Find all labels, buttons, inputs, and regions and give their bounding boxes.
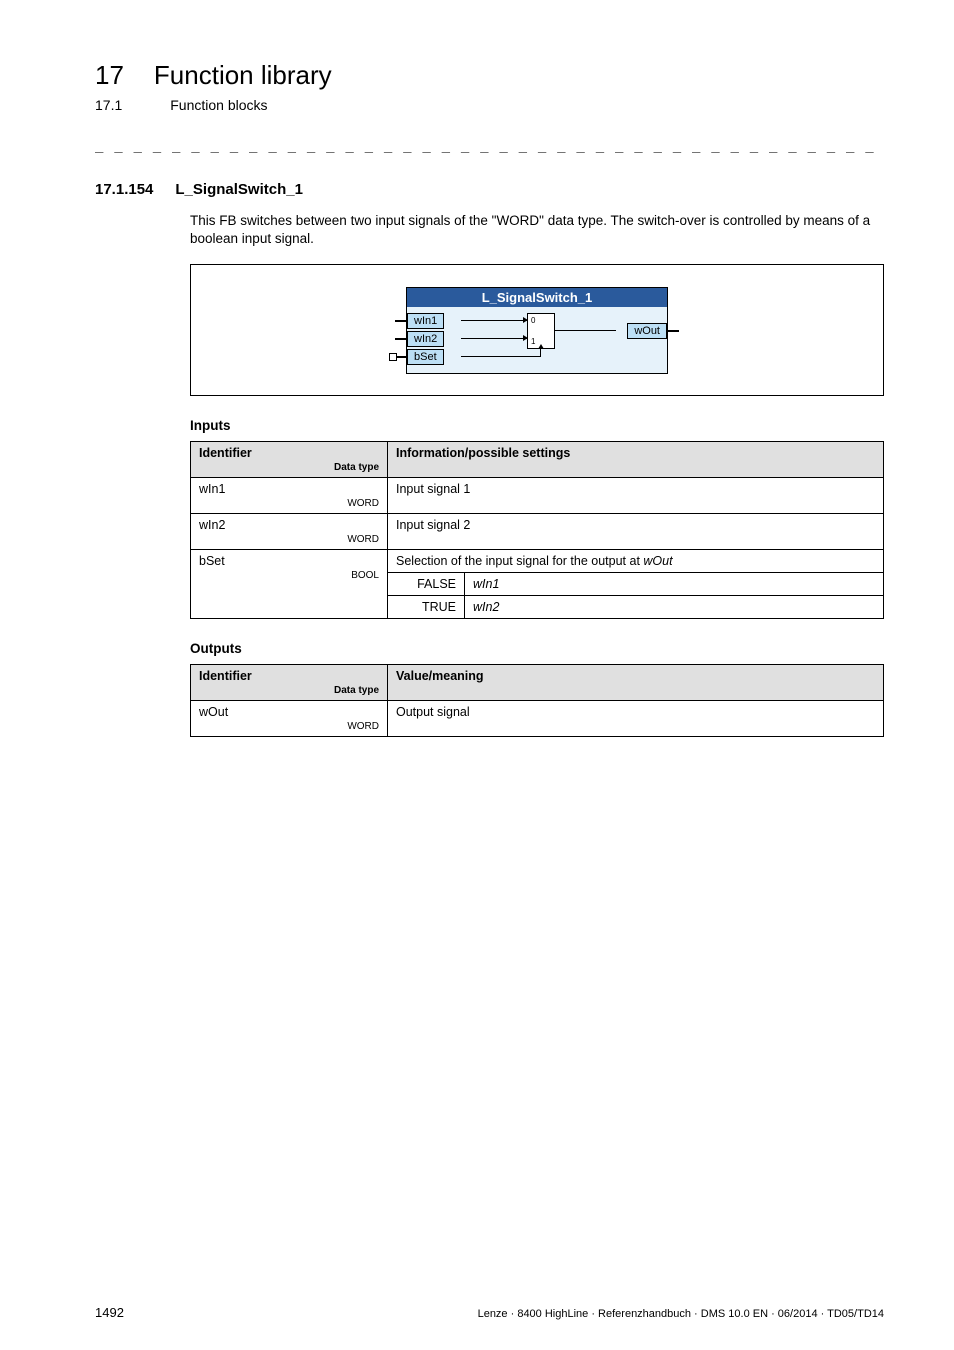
chapter-number: 17 [95,60,124,91]
sub-key: TRUE [388,596,465,619]
row-info: Output signal [388,701,884,737]
row-dtype: WORD [199,721,379,732]
port-bset: bSet [407,349,444,365]
col-info: Information/possible settings [388,442,884,478]
row-id: wIn2 [199,518,225,532]
fb-block: L_SignalSwitch_1 wIn1 wIn2 bSet [406,287,668,374]
table-row: bSet BOOL Selection of the input signal … [191,550,884,573]
mux-label-1: 1 [531,337,535,346]
mux-label-0: 0 [531,316,535,325]
row-dtype: WORD [199,534,379,545]
col-datatype: Data type [199,685,379,696]
section-title: Function blocks [170,97,267,113]
port-wout: wOut [627,323,667,339]
section-description: This FB switches between two input signa… [190,212,884,248]
table-row: wIn2 WORD Input signal 2 [191,514,884,550]
row-info: Selection of the input signal for the ou… [396,554,640,568]
fb-title: L_SignalSwitch_1 [407,288,667,307]
row-id: wIn1 [199,482,225,496]
function-block-diagram: L_SignalSwitch_1 wIn1 wIn2 bSet [190,264,884,396]
row-dtype: BOOL [199,570,379,581]
chapter-title: Function library [154,60,332,91]
footer-doc-info: Lenze · 8400 HighLine · Referenzhandbuch… [478,1308,884,1320]
page-number: 1492 [95,1305,124,1320]
col-datatype: Data type [199,462,379,473]
section-number: 17.1 [95,97,122,113]
subsection-title: L_SignalSwitch_1 [175,181,303,198]
table-row: wOut WORD Output signal [191,701,884,737]
col-identifier: Identifier [199,446,252,460]
port-win1: wIn1 [407,313,444,329]
sub-key: FALSE [388,573,465,596]
inputs-heading: Inputs [190,418,884,433]
inputs-table: Identifier Data type Information/possibl… [190,441,884,619]
col-info: Value/meaning [388,665,884,701]
row-id: wOut [199,705,228,719]
separator-line: _ _ _ _ _ _ _ _ _ _ _ _ _ _ _ _ _ _ _ _ … [95,137,884,153]
subsection-number: 17.1.154 [95,181,153,198]
port-win2: wIn2 [407,331,444,347]
row-info-italic: wOut [643,554,672,568]
row-id: bSet [199,554,225,568]
row-info: Input signal 2 [388,514,884,550]
sub-val: wIn1 [465,573,884,596]
table-row: wIn1 WORD Input signal 1 [191,478,884,514]
row-info: Input signal 1 [388,478,884,514]
outputs-heading: Outputs [190,641,884,656]
col-identifier: Identifier [199,669,252,683]
sub-val: wIn2 [465,596,884,619]
row-dtype: WORD [199,498,379,509]
outputs-table: Identifier Data type Value/meaning wOut … [190,664,884,737]
